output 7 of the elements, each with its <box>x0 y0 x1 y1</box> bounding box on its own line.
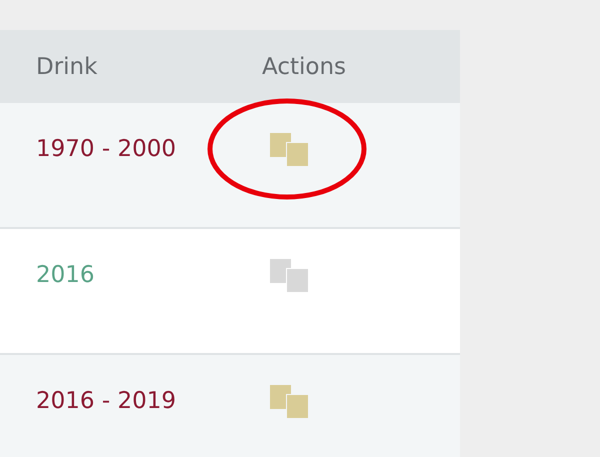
copy-icon[interactable] <box>270 385 308 418</box>
drink-text: 1970 - 2000 <box>35 136 177 162</box>
column-header: Actions <box>262 54 348 80</box>
drink-text: 2016 <box>35 262 96 288</box>
copy-icon[interactable] <box>270 133 308 166</box>
drink-text: 2016 - 2019 <box>35 388 177 414</box>
column-header: Drink <box>35 54 98 80</box>
